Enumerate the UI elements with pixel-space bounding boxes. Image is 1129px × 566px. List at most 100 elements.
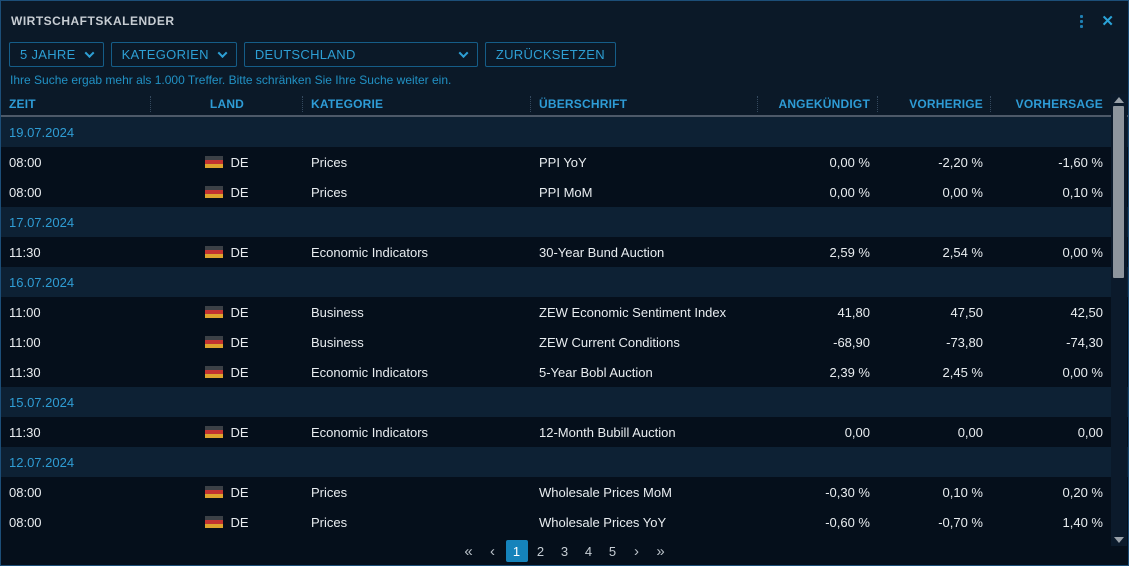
cell-previous: 0,00: [878, 417, 991, 447]
cell-forecast: -1,60 %: [991, 147, 1111, 177]
search-result-notice: Ihre Suche ergab mehr als 1.000 Treffer.…: [1, 67, 1128, 93]
scrollbar-thumb[interactable]: [1113, 106, 1124, 278]
widget-title: WIRTSCHAFTSKALENDER: [11, 14, 175, 28]
cell-country: DE: [151, 417, 303, 447]
cell-announced: 2,59 %: [758, 237, 878, 267]
cell-country: DE: [151, 327, 303, 357]
period-dropdown-label: 5 JAHRE: [20, 47, 76, 62]
cell-category: Business: [303, 327, 531, 357]
cell-time: 08:00: [1, 147, 151, 177]
cell-announced: -0,30 %: [758, 477, 878, 507]
column-header-time: ZEIT: [1, 93, 151, 115]
last-page-button[interactable]: »: [650, 540, 672, 562]
cell-country: DE: [151, 477, 303, 507]
country-dropdown-label: DEUTSCHLAND: [255, 47, 356, 62]
cell-country: DE: [151, 357, 303, 387]
cell-previous: 0,00 %: [878, 177, 991, 207]
table-row: 11:30 DE Economic Indicators5-Year Bobl Au…: [1, 357, 1128, 387]
cell-country: DE: [151, 237, 303, 267]
country-code: DE: [230, 425, 248, 440]
cell-announced: 2,39 %: [758, 357, 878, 387]
page-button-4[interactable]: 4: [578, 540, 600, 562]
cell-previous: -0,70 %: [878, 507, 991, 537]
page-button-1[interactable]: 1: [506, 540, 528, 562]
country-code: DE: [230, 245, 248, 260]
date-group-row: 17.07.2024: [1, 207, 1128, 237]
scroll-down-icon[interactable]: [1114, 537, 1124, 543]
cell-time: 11:30: [1, 237, 151, 267]
germany-flag-icon: [205, 366, 223, 378]
germany-flag-icon: [205, 336, 223, 348]
cell-time: 11:00: [1, 297, 151, 327]
country-code: DE: [230, 515, 248, 530]
cell-forecast: 0,10 %: [991, 177, 1111, 207]
reset-button[interactable]: ZURÜCKSETZEN: [485, 42, 616, 67]
column-header-country: LAND: [151, 93, 303, 115]
first-page-button[interactable]: «: [458, 540, 480, 562]
table-body: 19.07.202408:00DEPricesPPI YoY0,00 %-2,2…: [1, 117, 1128, 537]
cell-time: 11:30: [1, 417, 151, 447]
next-page-button[interactable]: ›: [626, 540, 648, 562]
cell-announced: -68,90: [758, 327, 878, 357]
period-dropdown[interactable]: 5 JAHRE: [9, 42, 104, 67]
germany-flag-icon: [205, 426, 223, 438]
cell-time: 11:30: [1, 357, 151, 387]
title-bar: WIRTSCHAFTSKALENDER ✕: [1, 1, 1128, 41]
cell-category: Business: [303, 297, 531, 327]
date-group-row: 16.07.2024: [1, 267, 1128, 297]
date-group-row: 12.07.2024: [1, 447, 1128, 477]
cell-previous: 2,54 %: [878, 237, 991, 267]
column-header-headline: ÜBERSCHRIFT: [531, 93, 758, 115]
table-row: 08:00DEPricesWholesale Prices MoM-0,30 %…: [1, 477, 1128, 507]
germany-flag-icon: [205, 246, 223, 258]
column-header-previous: VORHERIGE: [878, 93, 991, 115]
cell-category: Prices: [303, 177, 531, 207]
cell-headline: Wholesale Prices MoM: [531, 477, 758, 507]
country-code: DE: [230, 335, 248, 350]
table-row: 08:00DEPricesWholesale Prices YoY-0,60 %…: [1, 507, 1128, 537]
cell-time: 11:00: [1, 327, 151, 357]
page-button-3[interactable]: 3: [554, 540, 576, 562]
cell-headline: PPI YoY: [531, 147, 758, 177]
germany-flag-icon: [205, 186, 223, 198]
cell-time: 08:00: [1, 507, 151, 537]
country-code: DE: [230, 365, 248, 380]
germany-flag-icon: [205, 486, 223, 498]
cell-country: DE: [151, 507, 303, 537]
previous-page-button[interactable]: ‹: [482, 540, 504, 562]
country-code: DE: [230, 305, 248, 320]
table-row: 11:00 DE BusinessZEW Economic Sentiment In…: [1, 297, 1128, 327]
cell-forecast: 0,00 %: [991, 357, 1111, 387]
cell-country: DE: [151, 177, 303, 207]
cell-category: Economic Indicators: [303, 357, 531, 387]
cell-forecast: 42,50: [991, 297, 1111, 327]
cell-category: Economic Indicators: [303, 237, 531, 267]
cell-announced: 0,00: [758, 417, 878, 447]
column-header-category: KATEGORIE: [303, 93, 531, 115]
categories-dropdown[interactable]: KATEGORIEN: [111, 42, 237, 67]
chevron-down-icon: [84, 48, 94, 58]
scroll-up-icon[interactable]: [1114, 97, 1124, 103]
column-header-announced: ANGEKÜNDIGT: [758, 93, 878, 115]
country-dropdown[interactable]: DEUTSCHLAND: [244, 42, 478, 67]
overflow-menu-icon[interactable]: [1078, 13, 1085, 30]
country-code: DE: [230, 485, 248, 500]
date-group-row: 19.07.2024: [1, 117, 1128, 147]
cell-country: DE: [151, 147, 303, 177]
chevron-down-icon: [458, 48, 468, 58]
cell-headline: ZEW Economic Sentiment Index: [531, 297, 758, 327]
close-icon[interactable]: ✕: [1101, 14, 1114, 29]
cell-previous: 2,45 %: [878, 357, 991, 387]
cell-forecast: -74,30: [991, 327, 1111, 357]
cell-previous: -2,20 %: [878, 147, 991, 177]
cell-previous: 0,10 %: [878, 477, 991, 507]
cell-category: Prices: [303, 477, 531, 507]
cell-headline: 5-Year Bobl Auction: [531, 357, 758, 387]
page-button-5[interactable]: 5: [602, 540, 624, 562]
cell-forecast: 0,00 %: [991, 237, 1111, 267]
economic-calendar-widget: WIRTSCHAFTSKALENDER ✕ 5 JAHRE KATEGORIEN…: [0, 0, 1129, 566]
scrollbar[interactable]: [1111, 94, 1127, 546]
cell-announced: 41,80: [758, 297, 878, 327]
page-button-2[interactable]: 2: [530, 540, 552, 562]
table-row: 11:30DEEconomic Indicators30-Year Bund A…: [1, 237, 1128, 267]
